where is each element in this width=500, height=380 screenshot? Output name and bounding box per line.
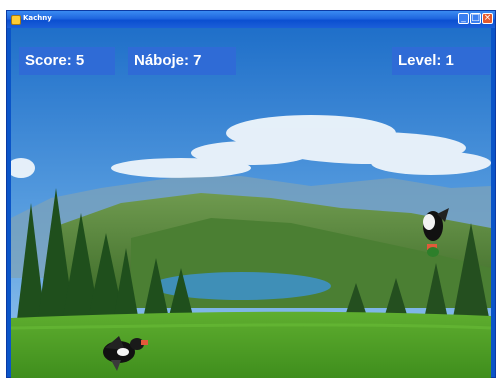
title-bar[interactable]: Kachny _ □ × [7, 11, 495, 28]
duck-icon [103, 336, 148, 371]
duck-icon [423, 208, 449, 257]
ammo-display: Náboje: 7 [128, 47, 236, 75]
level-label: Level: 1 [398, 52, 454, 69]
score-label: Score: 5 [25, 52, 85, 69]
window-title: Kachny [23, 14, 52, 22]
landscape-background [11, 28, 491, 378]
duck-left[interactable] [93, 326, 153, 376]
duck-right[interactable] [415, 204, 455, 260]
level-display: Level: 1 [392, 47, 490, 75]
game-window: Kachny _ □ × Score: 5 Náboje: 7 Level: 1 [6, 10, 496, 378]
close-button[interactable]: × [482, 13, 493, 24]
score-display: Score: 5 [19, 47, 115, 75]
game-scene[interactable]: Score: 5 Náboje: 7 Level: 1 [11, 28, 491, 378]
ammo-label: Náboje: 7 [134, 52, 202, 69]
minimize-button[interactable]: _ [458, 13, 469, 24]
app-icon [11, 15, 21, 25]
maximize-button[interactable]: □ [470, 13, 481, 24]
